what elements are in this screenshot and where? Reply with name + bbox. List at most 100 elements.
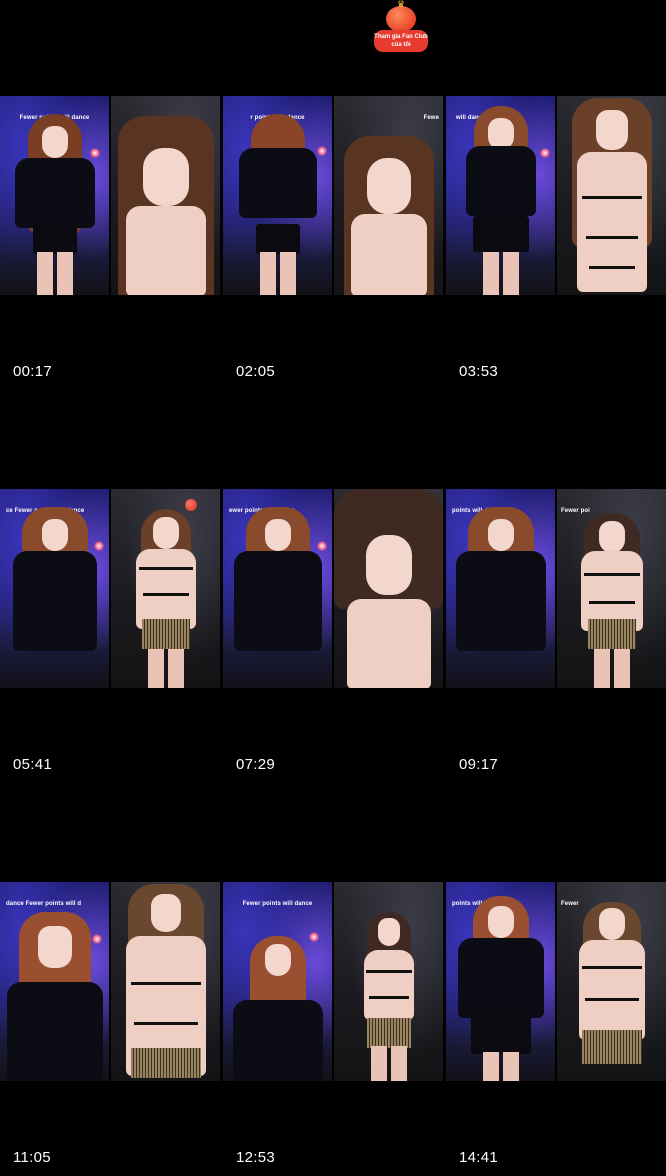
- video-tile[interactable]: points will dance Fewer 14:41: [446, 786, 666, 1176]
- overlay-caption: Fewer points will dance: [242, 901, 313, 907]
- person-face: [142, 148, 189, 206]
- video-tile[interactable]: ce Fewer points will dance 05:41: [0, 393, 220, 783]
- outfit-fringe: [581, 1030, 642, 1064]
- closeup-frame: Fewer: [557, 882, 666, 1081]
- closeup-frame: [334, 882, 443, 1081]
- video-timestamp: 03:53: [459, 363, 499, 380]
- person-legs: [482, 252, 519, 295]
- video-timestamp: 00:17: [13, 363, 53, 380]
- stage-frame: ewer points will dance: [223, 489, 332, 688]
- overlay-caption: Fewe: [423, 115, 439, 121]
- video-tile[interactable]: points will dance Fewer poi 09:17: [446, 393, 666, 783]
- video-tile[interactable]: Fewer points will dance 00:17: [0, 0, 220, 390]
- outfit-skirt: [255, 224, 300, 254]
- outfit-strap: [142, 593, 189, 596]
- outfit-strap: [368, 996, 409, 999]
- outfit-top: [6, 982, 103, 1081]
- stage-light-icon: [317, 146, 327, 156]
- outfit-top: [232, 1000, 323, 1081]
- person-legs: [482, 1052, 519, 1081]
- stage-frame: Fewer points will dance: [223, 882, 332, 1081]
- person-legs: [147, 649, 184, 688]
- stage-frame: points will dance: [446, 489, 555, 688]
- person-face: [152, 517, 179, 549]
- closeup-frame: Fewer poi: [557, 489, 666, 688]
- video-tile[interactable]: r points will dance Fewe ♛ Tham gia Fan …: [223, 0, 443, 390]
- video-tile[interactable]: ewer points will dance Fe 07:29: [223, 393, 443, 783]
- video-preview: dance Fewer points will d: [0, 882, 220, 1081]
- video-tile[interactable]: will dance 03:53: [446, 0, 666, 390]
- outfit-strap: [588, 266, 635, 269]
- outfit-strap: [130, 982, 201, 985]
- person-face: [377, 918, 400, 946]
- outfit-fringe: [587, 619, 636, 649]
- outfit-strap: [365, 970, 412, 973]
- closeup-frame: [557, 96, 666, 295]
- stage-light-icon: [540, 148, 550, 158]
- video-timestamp: 05:41: [13, 756, 53, 773]
- person-torso: [578, 940, 645, 1040]
- closeup-frame: [111, 96, 220, 295]
- outfit-strap: [581, 966, 642, 969]
- closeup-frame: [111, 489, 220, 688]
- outfit-strap: [584, 998, 639, 1001]
- video-timestamp: 11:05: [13, 1149, 51, 1166]
- person-torso: [125, 206, 206, 295]
- overlay-caption: dance Fewer points will d: [6, 901, 82, 907]
- outfit-top: [12, 551, 97, 651]
- video-preview: points will dance Fewer poi: [446, 489, 666, 688]
- person-face: [365, 535, 412, 595]
- outfit-strap: [581, 196, 642, 199]
- outfit-top: [14, 158, 95, 228]
- outfit-fringe: [141, 619, 190, 649]
- outfit-fringe: [366, 1018, 411, 1048]
- stage-frame: dance Fewer points will d: [0, 882, 109, 1081]
- outfit-strap: [585, 236, 638, 239]
- mascot-icon: [386, 6, 416, 32]
- outfit-strap: [133, 1022, 198, 1025]
- fan-club-label: Tham gia Fan Club của tôi: [374, 30, 428, 52]
- video-tile[interactable]: dance Fewer points will d 11:05: [0, 786, 220, 1176]
- person-face: [41, 126, 68, 158]
- person-face: [41, 519, 68, 551]
- person-face: [487, 519, 514, 551]
- person-face: [264, 519, 291, 551]
- person-face: [598, 521, 625, 553]
- crown-icon: ♛: [396, 0, 406, 9]
- outfit-strap: [583, 573, 640, 576]
- person-legs: [259, 252, 296, 295]
- video-preview: ce Fewer points will dance: [0, 489, 220, 688]
- outfit-top: [238, 148, 317, 218]
- video-preview: points will dance Fewer: [446, 882, 666, 1081]
- video-preview: r points will dance Fewe: [223, 96, 443, 295]
- outfit-strap: [138, 567, 193, 570]
- person-face: [487, 906, 514, 938]
- person-torso: [363, 950, 414, 1020]
- outfit-skirt: [472, 216, 529, 252]
- video-timestamp: 09:17: [459, 756, 499, 773]
- video-preview: will dance: [446, 96, 666, 295]
- outfit-top: [457, 938, 544, 1018]
- fan-club-badge[interactable]: ♛ Tham gia Fan Club của tôi: [372, 0, 430, 54]
- video-preview: ewer points will dance Fe: [223, 489, 443, 688]
- video-preview: Fewer points will dance: [0, 96, 220, 295]
- video-tile[interactable]: Fewer points will dance 12:53: [223, 786, 443, 1176]
- stage-frame: points will dance: [446, 882, 555, 1081]
- stage-light-icon: [317, 541, 327, 551]
- stage-light-icon: [309, 932, 319, 942]
- stage-frame: r points will dance: [223, 96, 332, 295]
- heart-icon: [185, 499, 197, 511]
- person-legs: [593, 649, 630, 688]
- closeup-frame: Fe: [334, 489, 443, 688]
- person-torso: [350, 214, 427, 295]
- stage-frame: will dance: [446, 96, 555, 295]
- outfit-skirt: [470, 1014, 531, 1054]
- closeup-frame: Fewe: [334, 96, 443, 295]
- outfit-top: [233, 551, 322, 651]
- video-timestamp: 12:53: [236, 1149, 276, 1166]
- video-timestamp: 02:05: [236, 363, 276, 380]
- person-face: [264, 944, 291, 976]
- person-legs: [36, 252, 73, 295]
- outfit-top: [455, 551, 546, 651]
- person-legs: [370, 1046, 407, 1081]
